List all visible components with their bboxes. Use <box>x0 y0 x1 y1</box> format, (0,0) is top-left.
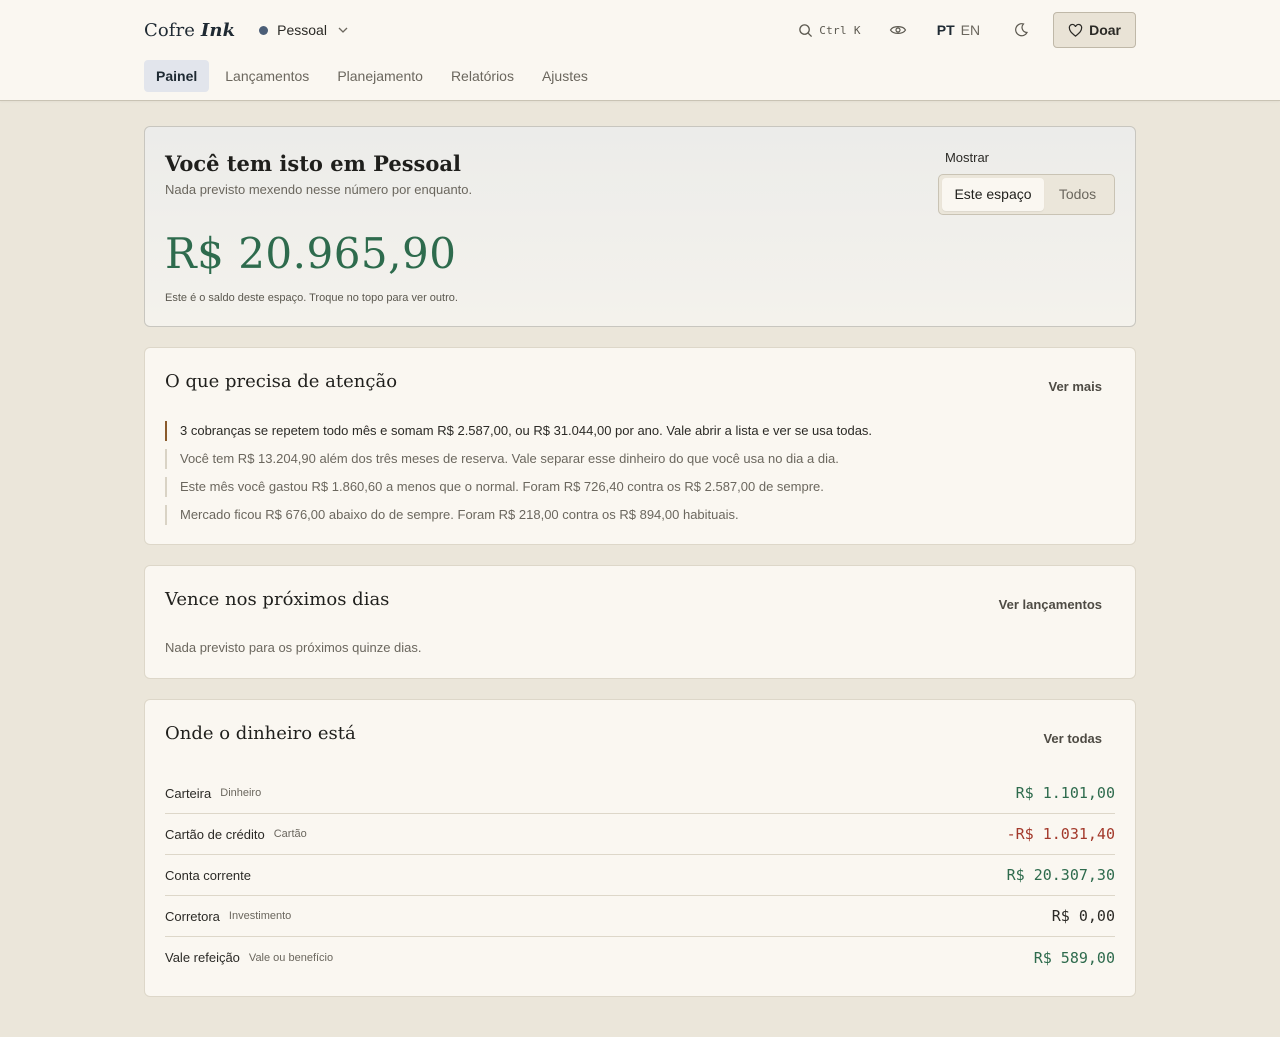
account-row[interactable]: Conta corrente R$ 20.307,30 <box>165 855 1115 896</box>
account-balance: R$ 589,00 <box>1033 948 1115 967</box>
chevron-down-icon <box>338 27 348 33</box>
due-soon-card: Vence nos próximos dias Ver lançamentos … <box>144 565 1136 679</box>
account-balance: R$ 0,00 <box>1051 907 1115 925</box>
accounts-title: Onde o dinheiro está <box>165 723 356 744</box>
account-row[interactable]: Carteira Dinheiro R$ 1.101,00 <box>165 773 1115 814</box>
account-row[interactable]: Vale refeição Vale ou benefício R$ 589,0… <box>165 937 1115 978</box>
due-title: Vence nos próximos dias <box>165 589 390 610</box>
account-name: Carteira <box>165 785 212 801</box>
brand-ink: Ink <box>200 19 236 41</box>
tab-painel[interactable]: Painel <box>144 60 210 92</box>
account-row[interactable]: Cartão de crédito Cartão -R$ 1.031,40 <box>165 814 1115 855</box>
account-type: Investimento <box>228 910 292 922</box>
donate-label: Doar <box>1089 22 1121 38</box>
heart-icon <box>1068 23 1083 37</box>
list-item: Você tem R$ 13.204,90 além dos três mese… <box>165 449 1115 469</box>
scope-all[interactable]: Todos <box>1044 178 1111 211</box>
account-balance: R$ 20.307,30 <box>1006 866 1115 884</box>
lang-pt[interactable]: PT <box>937 22 955 38</box>
attention-title: O que precisa de atenção <box>165 371 398 392</box>
account-name: Vale refeição <box>165 950 240 965</box>
balance-amount: R$ 20.965,90 <box>165 229 457 278</box>
scope-this-space[interactable]: Este espaço <box>942 178 1044 211</box>
tab-lancamentos[interactable]: Lançamentos <box>213 60 321 92</box>
header-row: Cofre Ink Pessoal Ctrl K PT EN Doar <box>144 12 1136 48</box>
balance-title: Você tem isto em Pessoal <box>165 151 461 176</box>
scope-toggle: Este espaço Todos <box>938 174 1115 215</box>
account-type: Dinheiro <box>220 787 262 799</box>
list-item: 3 cobranças se repetem todo mês e somam … <box>165 421 1115 441</box>
accounts-card: Onde o dinheiro está Ver todas Carteira … <box>144 699 1136 997</box>
lang-en[interactable]: EN <box>961 22 980 38</box>
tab-planejamento[interactable]: Planejamento <box>325 60 435 92</box>
search-shortcut: Ctrl K <box>819 23 861 37</box>
account-name: Cartão de crédito <box>165 826 265 842</box>
account-type: Vale ou benefício <box>248 951 334 964</box>
list-item: Mercado ficou R$ 676,00 abaixo do de sem… <box>165 505 1115 525</box>
brand-logo[interactable]: Cofre Ink <box>144 20 235 41</box>
due-empty-message: Nada previsto para os próximos quinze di… <box>165 640 422 655</box>
donate-button[interactable]: Doar <box>1053 12 1136 48</box>
tab-relatorios[interactable]: Relatórios <box>439 60 526 92</box>
header-tools: Ctrl K PT EN Doar <box>798 12 1136 48</box>
account-balance: R$ 1.101,00 <box>1015 784 1115 802</box>
language-switch: PT EN <box>937 22 980 38</box>
account-type: Cartão <box>273 828 307 840</box>
see-all-link[interactable]: Ver todas <box>1043 731 1102 746</box>
account-name: Conta corrente <box>165 867 251 883</box>
account-row[interactable]: Corretora Investimento R$ 0,00 <box>165 896 1115 937</box>
attention-card: O que precisa de atenção Ver mais 3 cobr… <box>144 347 1136 545</box>
balance-subtitle: Nada previsto mexendo nesse número por e… <box>165 182 473 197</box>
see-entries-link[interactable]: Ver lançamentos <box>999 597 1102 612</box>
space-name: Pessoal <box>277 22 327 38</box>
balance-card: Você tem isto em Pessoal Nada previsto m… <box>144 126 1136 327</box>
brand-name: Cofre <box>144 19 196 41</box>
space-selector[interactable]: Pessoal <box>259 22 349 38</box>
top-header: Cofre Ink Pessoal Ctrl K PT EN Doar Pain… <box>0 0 1280 101</box>
moon-icon[interactable] <box>1013 22 1029 38</box>
attention-list: 3 cobranças se repetem todo mês e somam … <box>165 421 1115 533</box>
main-nav: Painel Lançamentos Planejamento Relatóri… <box>144 60 604 92</box>
list-item: Este mês você gastou R$ 1.860,60 a menos… <box>165 477 1115 497</box>
show-label: Mostrar <box>944 150 989 165</box>
search-icon <box>799 23 813 37</box>
account-balance: -R$ 1.031,40 <box>1006 825 1115 843</box>
see-more-link[interactable]: Ver mais <box>1049 379 1103 394</box>
space-dot-icon <box>259 25 269 35</box>
eye-icon[interactable] <box>889 21 907 39</box>
account-name: Corretora <box>165 908 220 924</box>
tab-ajustes[interactable]: Ajustes <box>530 60 600 92</box>
accounts-list: Carteira Dinheiro R$ 1.101,00 Cartão de … <box>165 773 1115 978</box>
balance-note: Este é o saldo deste espaço. Troque no t… <box>165 292 458 304</box>
search-button[interactable]: Ctrl K <box>798 23 861 38</box>
